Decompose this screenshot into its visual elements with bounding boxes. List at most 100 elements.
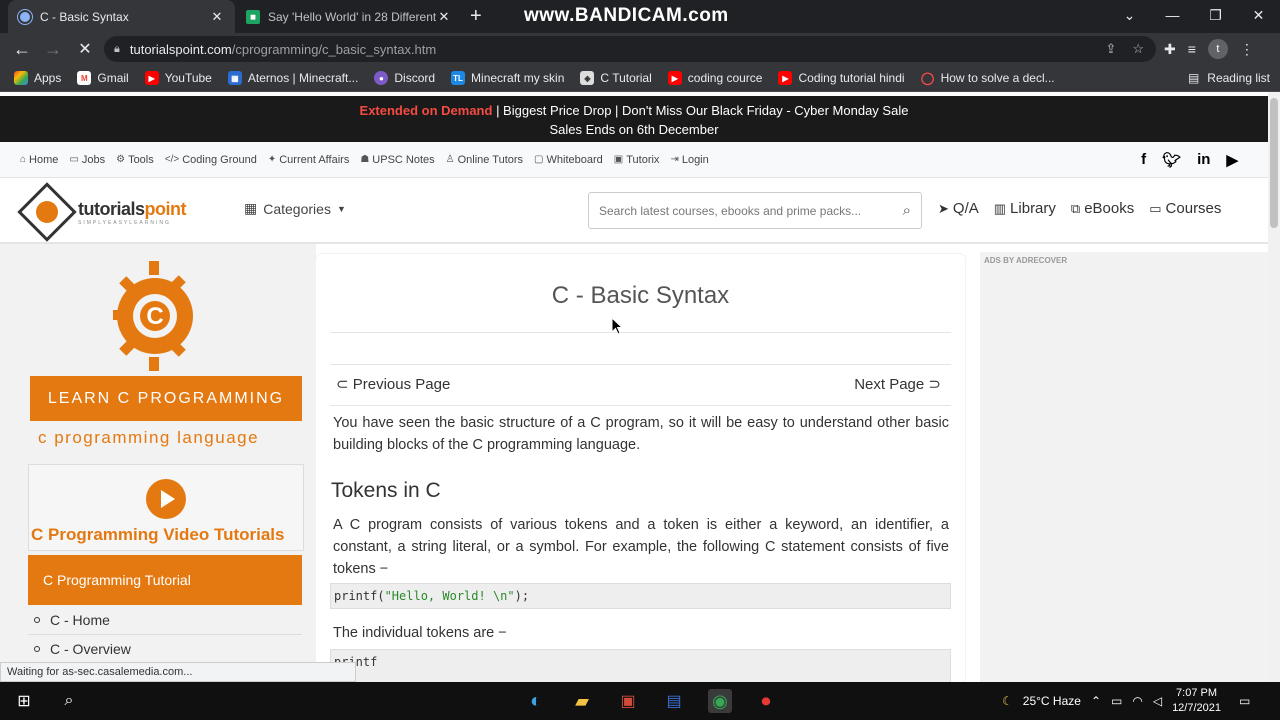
address-bar[interactable]: 🔒︎ tutorialspoint.com /cprogramming/c_ba… xyxy=(104,36,1156,62)
bookmark-discord[interactable]: ● Discord xyxy=(374,71,435,85)
close-icon[interactable]: ✕ xyxy=(436,9,452,25)
app-icon[interactable]: ▣ xyxy=(616,689,640,713)
windows-start-icon[interactable]: ⊞ xyxy=(12,689,36,713)
battery-icon[interactable]: ▭ xyxy=(1111,694,1122,708)
nav-tutorix[interactable]: ▣ Tutorix xyxy=(614,154,660,166)
edge-browser-icon[interactable]: ◐ xyxy=(524,689,548,713)
tab-search-icon[interactable]: ⌄ xyxy=(1108,0,1151,30)
facebook-icon[interactable]: f xyxy=(1141,151,1146,169)
intro-paragraph: You have seen the basic structure of a C… xyxy=(333,415,949,453)
promo-banner[interactable]: Extended on Demand | Biggest Price Drop … xyxy=(0,96,1268,142)
next-page-link[interactable]: Next Page ⊃ xyxy=(854,375,941,393)
gmail-icon: M xyxy=(77,71,92,85)
link-ebooks[interactable]: ⧉ eBooks xyxy=(1071,200,1134,217)
url-path: /cprogramming/c_basic_syntax.htm xyxy=(231,41,437,57)
link-qa[interactable]: ➤ Q/A xyxy=(938,200,979,217)
sidebar-item-c-home[interactable]: C - Home xyxy=(28,606,302,635)
bookmark-apps[interactable]: Apps xyxy=(14,71,61,85)
nav-login[interactable]: ⇥ Login xyxy=(670,154,708,166)
sidebar-item-c-overview[interactable]: C - Overview xyxy=(28,635,302,664)
nav-current-affairs[interactable]: ✦ Current Affairs xyxy=(268,154,350,166)
nav-tools[interactable]: ⚙ Tools xyxy=(116,154,154,166)
home-icon: ⌂ xyxy=(20,154,27,165)
video-tutorials-title: C Programming Video Tutorials xyxy=(31,525,285,544)
tab-title: C - Basic Syntax xyxy=(40,9,129,24)
bookmark-how-to-solve[interactable]: ◯ How to solve a decl... xyxy=(921,71,1055,85)
search-icon[interactable]: ⌕ xyxy=(57,689,81,713)
search-icon[interactable]: ⌕ xyxy=(903,202,911,219)
link-library[interactable]: ▥ Library xyxy=(994,200,1056,217)
lock-icon[interactable]: 🔒︎ xyxy=(114,43,120,56)
twitter-icon[interactable]: 🐦︎ xyxy=(1162,151,1181,169)
bookmark-c-tutorial[interactable]: ◈ C Tutorial xyxy=(580,71,652,85)
play-icon[interactable] xyxy=(146,479,186,519)
back-arrow-icon[interactable]: ← xyxy=(11,38,33,60)
reading-list-button[interactable]: ▤ Reading list xyxy=(1188,71,1270,85)
close-window-button[interactable]: ✕ xyxy=(1237,0,1280,30)
menu-dots-icon[interactable]: ⋮ xyxy=(1240,41,1254,58)
extensions-puzzle-icon[interactable]: ✚ xyxy=(1164,41,1176,58)
tab-hello-world[interactable]: ◼ Say 'Hello World' in 28 Different ✕ xyxy=(236,0,462,33)
close-icon[interactable]: ✕ xyxy=(209,9,225,25)
chrome-icon[interactable]: ◉ xyxy=(708,689,732,713)
nav-home[interactable]: ⌂ Home xyxy=(20,154,58,166)
youtube-icon[interactable]: ▶ xyxy=(1226,151,1238,169)
bookmark-aternos[interactable]: ▦ Aternos | Minecraft... xyxy=(227,71,358,85)
bookmark-coding-hindi[interactable]: ▶ Coding tutorial hindi xyxy=(778,71,905,85)
tutorialspoint-logo[interactable]: tutorialspoint SIMPLYEASYLEARNING xyxy=(17,182,220,242)
maximize-button[interactable]: ❐ xyxy=(1194,0,1237,30)
categories-dropdown[interactable]: ▦ Categories ▼ xyxy=(244,200,346,217)
learn-c-banner[interactable]: LEARN C PROGRAMMING xyxy=(30,376,302,421)
divider xyxy=(330,405,951,406)
extension-icons: ✚ ≡ t ⋮ xyxy=(1164,39,1254,59)
bookmark-youtube[interactable]: ▶ YouTube xyxy=(144,71,212,85)
file-explorer-icon[interactable]: ▰ xyxy=(570,689,594,713)
main-content: C - Basic Syntax ⊂ Previous Page Next Pa… xyxy=(316,254,965,682)
page-scrollbar[interactable] xyxy=(1268,92,1280,682)
nav-whiteboard[interactable]: ▢ Whiteboard xyxy=(534,154,603,166)
c-programming-tutorial-button[interactable]: C Programming Tutorial xyxy=(28,555,302,605)
wifi-icon[interactable]: ◠ xyxy=(1132,694,1142,708)
system-clock[interactable]: 7:07 PM 12/7/2021 xyxy=(1172,686,1221,716)
stop-loading-icon[interactable]: ✕ xyxy=(74,38,96,60)
header-links: ➤ Q/A ▥ Library ⧉ eBooks ▭ Courses xyxy=(938,200,1221,217)
bookmark-gmail[interactable]: M Gmail xyxy=(77,71,129,85)
dev-cpp-icon[interactable]: ▤ xyxy=(662,689,686,713)
media-queue-icon[interactable]: ≡ xyxy=(1188,41,1196,57)
nav-upsc-notes[interactable]: ☗ UPSC Notes xyxy=(360,154,434,166)
weather-text[interactable]: 25°C Haze xyxy=(1023,694,1081,708)
nav-jobs[interactable]: ▭ Jobs xyxy=(69,154,105,166)
ad-column: ADS BY ADRECOVER xyxy=(980,252,1268,682)
discord-icon: ● xyxy=(374,71,389,85)
bookmark-coding-cource[interactable]: ▶ coding cource xyxy=(667,71,762,85)
nav-coding-ground[interactable]: </> Coding Ground xyxy=(165,154,257,166)
notification-icon[interactable]: ▭ xyxy=(1239,694,1250,708)
aternos-icon: ▦ xyxy=(227,71,242,85)
promo-highlight: Extended on Demand xyxy=(359,103,493,118)
tab-c-basic-syntax[interactable]: C - Basic Syntax ✕ xyxy=(8,0,235,33)
bullet-icon xyxy=(34,617,40,623)
previous-page-link[interactable]: ⊂ Previous Page xyxy=(336,375,450,393)
bookmark-star-icon[interactable]: ☆ xyxy=(1132,41,1144,57)
scrollbar-thumb[interactable] xyxy=(1270,98,1278,228)
video-tutorials-card[interactable]: C Programming Video Tutorials xyxy=(28,464,304,551)
search-input[interactable]: Search latest courses, ebooks and prime … xyxy=(588,192,922,229)
c-programming-subtitle: c programming language xyxy=(38,428,260,447)
svg-text:C: C xyxy=(146,303,163,330)
nav-online-tutors[interactable]: ♙ Online Tutors xyxy=(446,154,523,166)
share-icon[interactable]: ⇪ xyxy=(1105,41,1116,57)
sidebar-list: C - Home C - Overview xyxy=(28,606,302,664)
page-title: C - Basic Syntax xyxy=(551,282,730,309)
linkedin-icon[interactable]: in xyxy=(1197,151,1210,169)
link-courses[interactable]: ▭ Courses xyxy=(1149,200,1221,217)
new-tab-button[interactable]: + xyxy=(470,5,482,27)
bandicam-record-icon[interactable]: ⏺ xyxy=(754,689,778,713)
bookmark-minecraft-skin[interactable]: TL Minecraft my skin xyxy=(451,71,564,85)
forward-arrow-icon[interactable]: → xyxy=(42,38,64,60)
ebook-icon: ⧉ xyxy=(1070,201,1081,216)
minimize-button[interactable]: — xyxy=(1151,0,1194,30)
tokens-paragraph: A C program consists of various tokens a… xyxy=(333,517,949,577)
profile-avatar[interactable]: t xyxy=(1207,39,1228,59)
volume-icon[interactable]: ◁ xyxy=(1153,694,1162,708)
chevron-up-icon[interactable]: ⌃ xyxy=(1091,694,1101,708)
